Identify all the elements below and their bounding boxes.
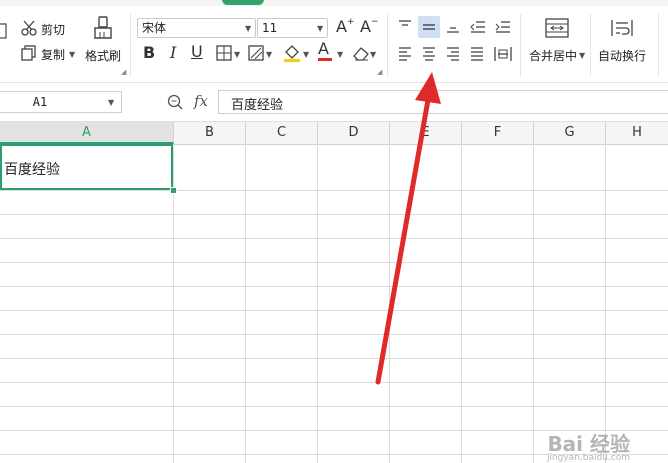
red-arrow-annotation [375, 72, 441, 385]
